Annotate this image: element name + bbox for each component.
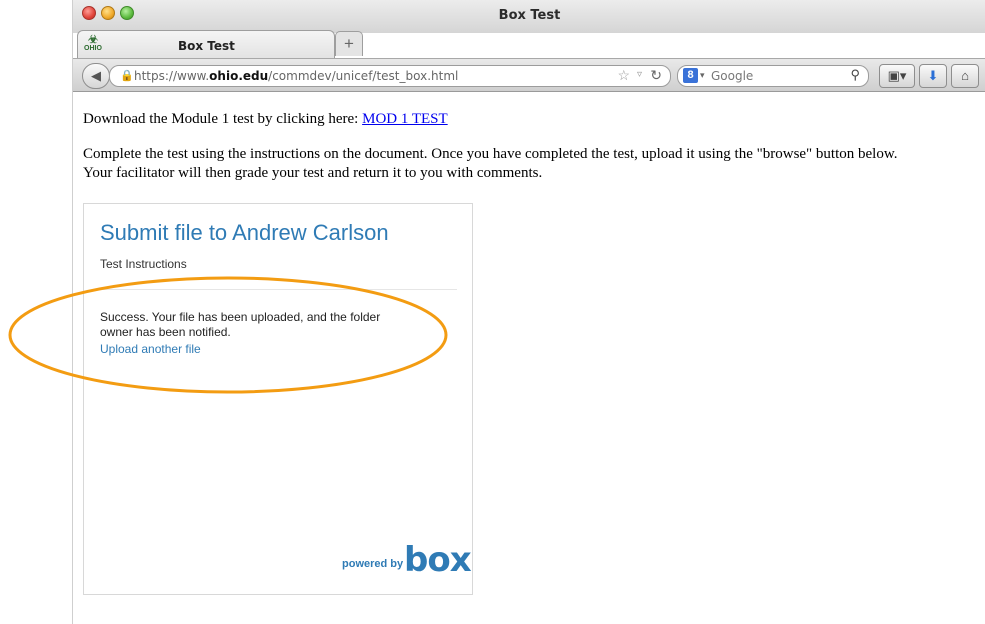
highlight-ellipse (8, 276, 448, 394)
orange-circle-annotation (8, 276, 448, 394)
